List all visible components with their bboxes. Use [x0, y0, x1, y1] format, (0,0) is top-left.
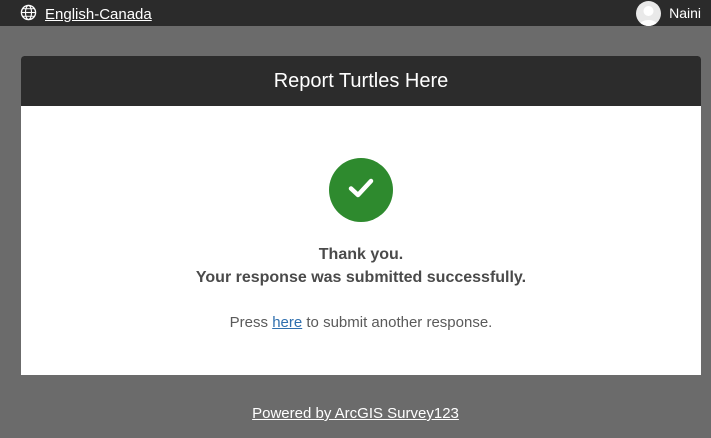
- user-name[interactable]: Naini: [669, 5, 701, 21]
- language-selector[interactable]: English-Canada: [20, 4, 152, 26]
- user-avatar-icon[interactable]: [636, 0, 662, 26]
- survey-card: Report Turtles Here Thank you. Your resp…: [21, 56, 701, 375]
- checkmark-icon: [346, 173, 376, 208]
- user-menu[interactable]: Naini: [636, 0, 701, 26]
- thank-you-text: Thank you.: [318, 246, 404, 263]
- powered-by-link[interactable]: Powered by ArcGIS Survey123: [0, 405, 711, 422]
- submit-another-suffix: to submit another response.: [302, 314, 493, 331]
- survey-header: Report Turtles Here: [21, 56, 701, 106]
- submit-another-link[interactable]: here: [272, 314, 302, 331]
- survey-title: Report Turtles Here: [273, 69, 449, 92]
- submitted-message: Your response was submitted successfully…: [195, 269, 527, 286]
- submit-another-text: Press here to submit another response.: [21, 314, 701, 331]
- submission-confirmation: Thank you. Your response was submitted s…: [21, 106, 701, 375]
- globe-icon: [20, 4, 37, 26]
- submit-another-prefix: Press: [229, 314, 273, 331]
- top-bar: English-Canada Naini: [0, 0, 711, 26]
- language-label[interactable]: English-Canada: [45, 6, 152, 24]
- success-badge: [329, 158, 393, 222]
